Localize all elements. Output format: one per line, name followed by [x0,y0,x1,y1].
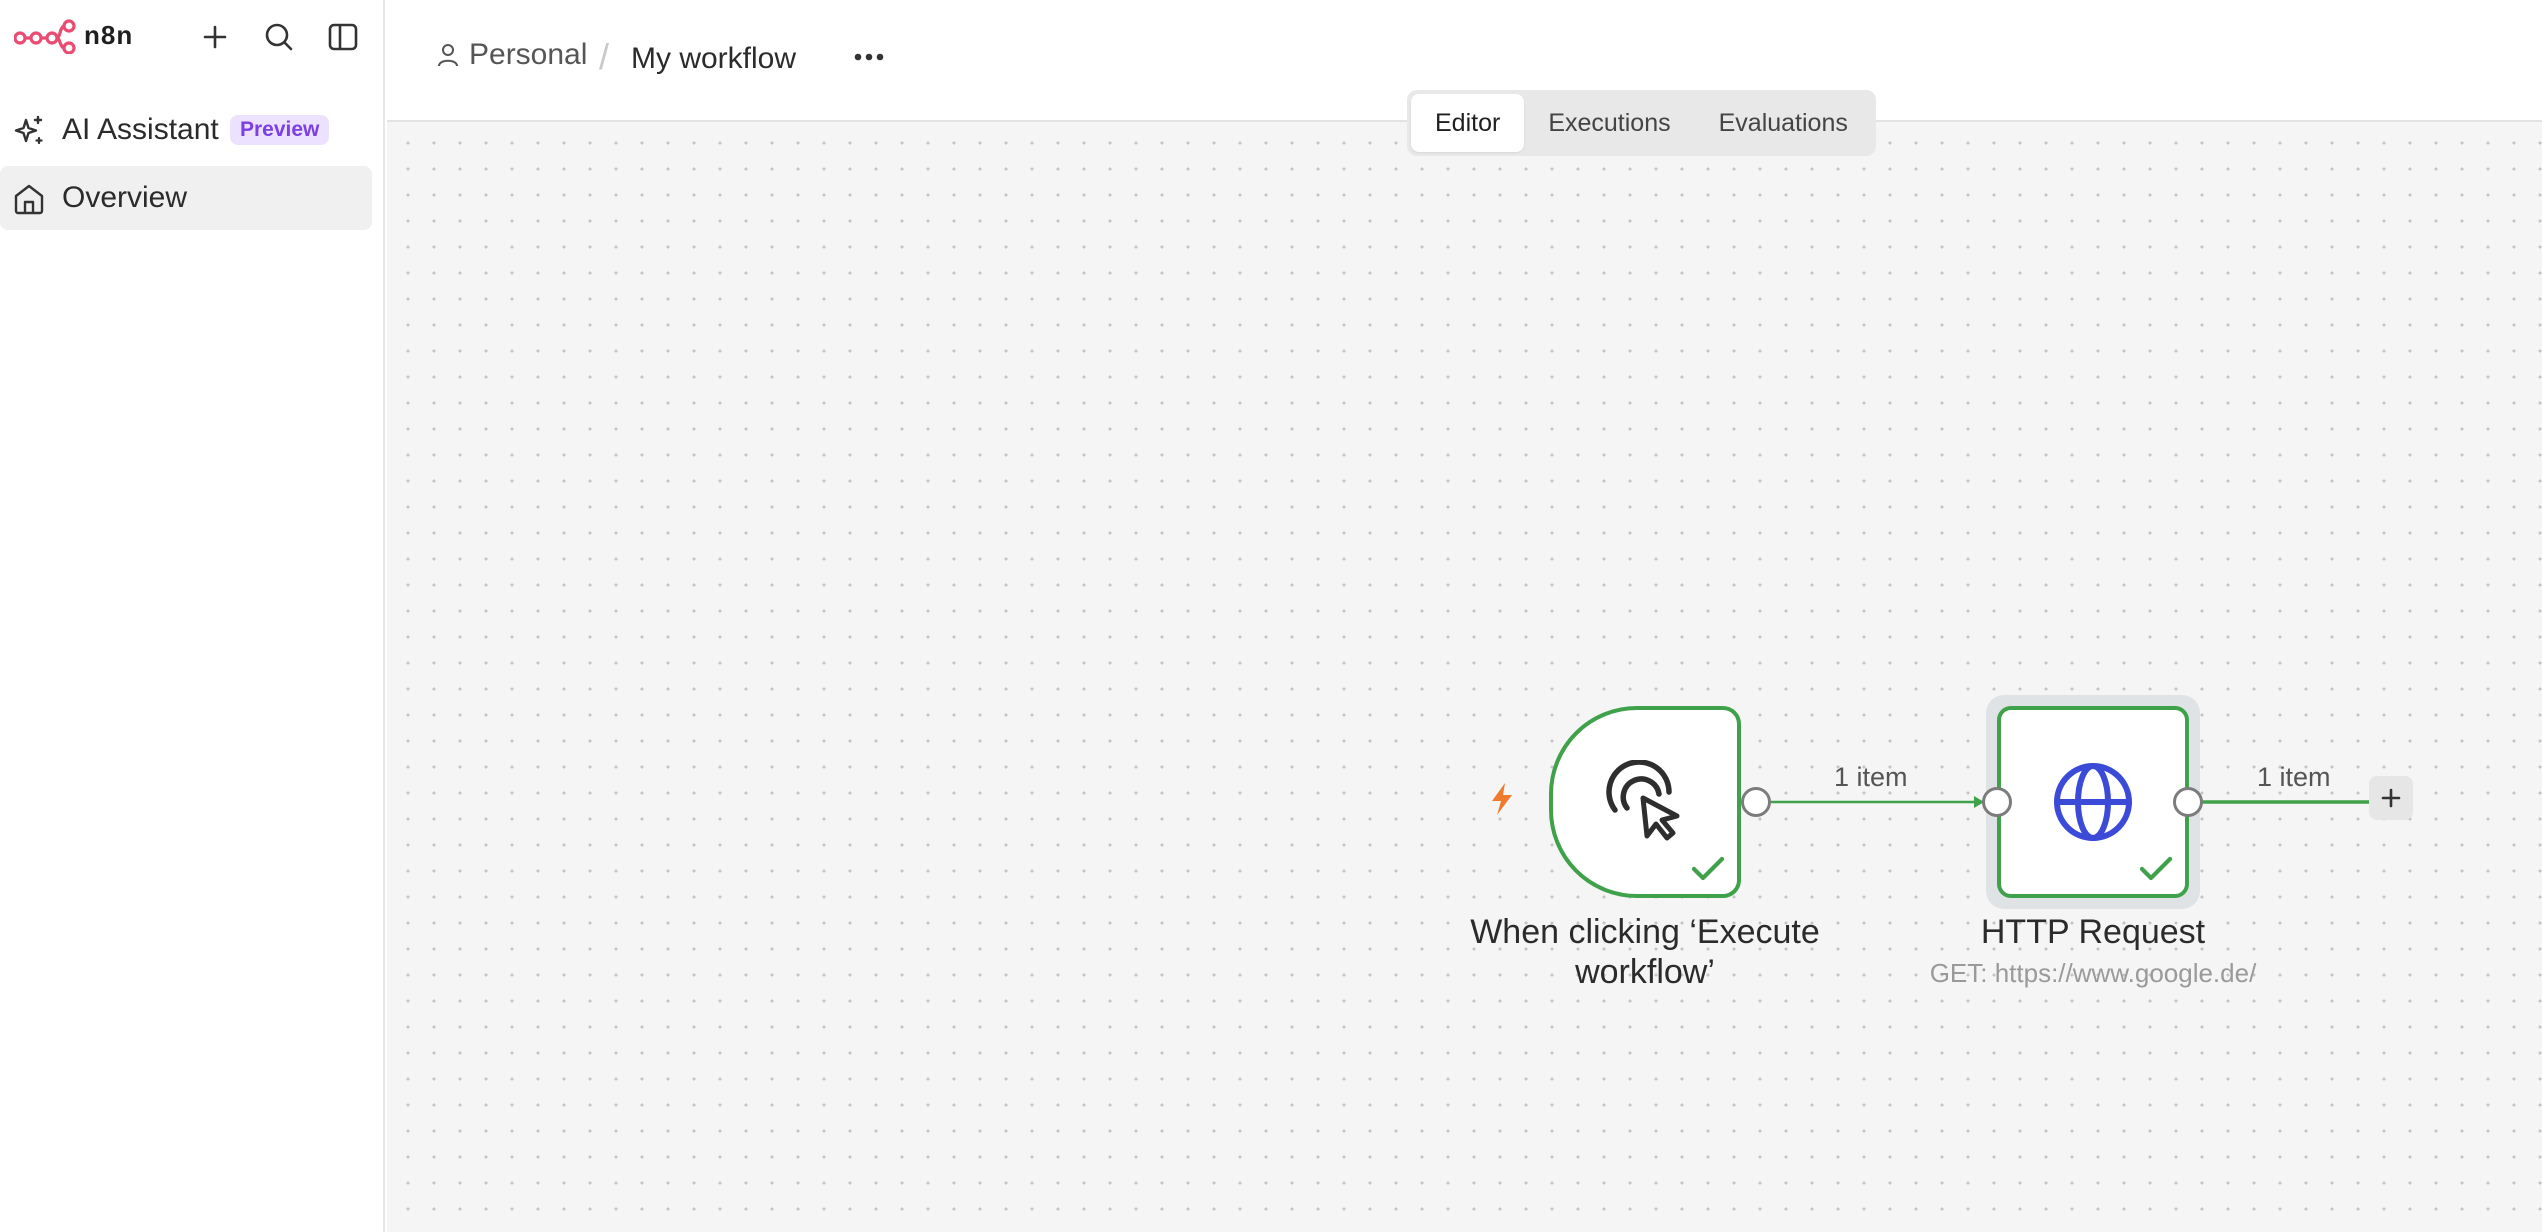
home-icon [12,182,46,216]
view-tabs: Editor Executions Evaluations [1407,90,1876,156]
node-label-line: When clicking ‘Execute [1470,913,1820,951]
panel-toggle-icon[interactable] [324,18,362,56]
add-node-button[interactable] [2369,776,2413,820]
tab-executions[interactable]: Executions [1524,94,1694,152]
preview-badge: Preview [230,115,330,145]
connections [1755,796,2369,808]
sidebar-header: n8n [0,0,385,74]
output-handle[interactable] [2173,787,2203,817]
globe-icon [2054,763,2132,841]
sidebar-item-label: Overview [62,181,188,214]
user-icon [438,44,458,67]
trigger-node[interactable] [1549,706,1741,898]
cursor-click-icon [1606,760,1680,841]
node-label-line: workflow’ [1575,953,1715,991]
output-handle[interactable] [1741,787,1771,817]
input-handle[interactable] [1982,787,2012,817]
plus-icon[interactable] [196,18,234,56]
sparkles-icon [12,114,46,148]
brand-name: n8n [84,20,134,50]
success-check-icon [1691,856,1725,881]
sidebar-item-overview[interactable]: Overview [0,166,372,230]
plus-icon [2381,788,2401,808]
more-options-icon[interactable] [847,40,891,74]
tab-editor[interactable]: Editor [1411,94,1525,152]
edge-item-count: 1 item [2257,762,2331,792]
breadcrumb-separator: / [599,36,610,77]
success-check-icon [2139,856,2173,881]
edge-item-count: 1 item [1834,762,1908,792]
http-request-node[interactable] [1997,706,2189,898]
node-subtitle: GET: https://www.google.de/ [1929,958,2257,988]
tab-evaluations[interactable]: Evaluations [1695,94,1872,152]
workflow-canvas[interactable]: When clicking ‘Execute workflow’ 1 item … [387,122,2542,1232]
n8n-logo-icon[interactable] [14,18,76,54]
node-label: When clicking ‘Execute workflow’ [1445,912,1845,992]
trigger-bolt-icon [1492,783,1512,815]
sidebar-item-label: AI Assistant [62,113,219,146]
search-icon[interactable] [260,18,298,56]
project-name: Personal [469,38,588,71]
breadcrumb-project[interactable]: Personal [437,38,587,72]
node-label: HTTP Request [1980,913,2206,951]
sidebar-item-ai-assistant[interactable]: AI Assistant Preview [0,98,372,162]
workflow-name[interactable]: My workflow [631,42,796,76]
sidebar: n8n AI Assistant Preview Overview [0,0,385,1232]
